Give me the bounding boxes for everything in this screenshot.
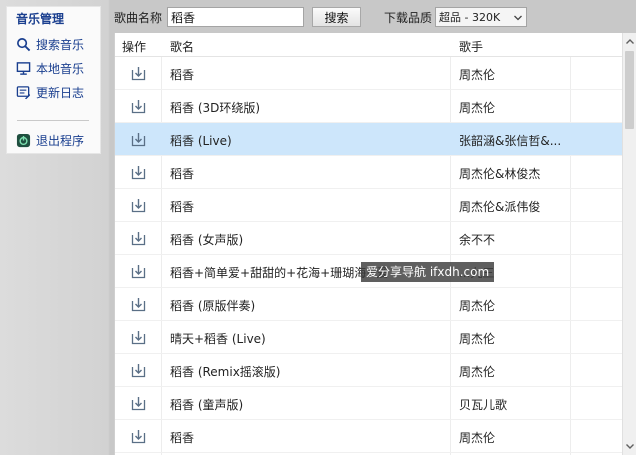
song-name-cell: 稻香	[170, 200, 195, 214]
scroll-up-icon[interactable]	[624, 35, 636, 49]
quality-label: 下载品质	[384, 11, 433, 25]
song-name-cell: 稻香 (Live)	[170, 134, 232, 148]
download-icon[interactable]	[131, 363, 146, 378]
song-name-cell: 稻香 (童声版)	[170, 398, 244, 412]
song-name-cell: 晴天+稻香 (Live)	[170, 332, 266, 346]
artist-cell: 周杰伦	[459, 431, 496, 445]
artist-cell: 周杰伦	[459, 332, 496, 346]
table-row[interactable]: 稻香 (女声版) 余不不	[115, 222, 622, 255]
download-icon[interactable]	[131, 264, 146, 279]
header-song-name[interactable]: 歌名	[170, 38, 194, 55]
search-icon	[17, 37, 31, 51]
table-row[interactable]: 稻香 周杰伦&派伟俊	[115, 189, 622, 222]
scrollbar-thumb[interactable]	[625, 51, 634, 129]
song-name-cell: 稻香 (3D环绕版)	[170, 101, 261, 115]
quality-value: 超品 - 320K	[439, 11, 501, 24]
search-button[interactable]: 搜索	[312, 7, 361, 27]
table-row[interactable]: 稻香 周杰伦&林俊杰	[115, 156, 622, 189]
song-name-cell: 稻香	[170, 68, 195, 82]
artist-cell: 周杰伦	[459, 299, 496, 313]
sidebar-item-label: 退出程序	[36, 133, 85, 148]
sidebar-item-label: 搜索音乐	[36, 37, 85, 52]
scroll-down-icon[interactable]	[624, 439, 636, 453]
artist-cell: 周杰伦&林俊杰	[459, 167, 541, 181]
table-row[interactable]: 稻香 (原版伴奏) 周杰伦	[115, 288, 622, 321]
download-icon[interactable]	[131, 297, 146, 312]
download-icon[interactable]	[131, 198, 146, 213]
song-name-cell: 稻香	[170, 167, 195, 181]
header-artist[interactable]: 歌手	[459, 38, 483, 55]
artist-cell: 周杰伦&派伟俊	[459, 200, 541, 214]
table-header: 操作 歌名 歌手	[115, 33, 622, 57]
watermark: 爱分享导航 ifxdh.com	[361, 262, 495, 282]
download-icon[interactable]	[131, 429, 146, 444]
notes-icon	[16, 85, 31, 99]
sidebar-item-label: 本地音乐	[36, 61, 85, 76]
table-row[interactable]: 稻香 (3D环绕版) 周杰伦	[115, 90, 622, 123]
song-name-cell: 稻香 (原版伴奏)	[170, 299, 256, 313]
quality-select[interactable]: 超品 - 320K	[435, 7, 527, 27]
download-icon[interactable]	[131, 330, 146, 345]
table-row[interactable]: 晴天+稻香 (Live) 周杰伦	[115, 321, 622, 354]
sidebar-item-changelog[interactable]: 更新日志	[16, 83, 100, 101]
vertical-scrollbar[interactable]	[622, 33, 636, 455]
download-icon[interactable]	[131, 165, 146, 180]
download-icon[interactable]	[131, 231, 146, 246]
sidebar-item-label: 更新日志	[36, 85, 85, 100]
song-name-cell: 稻香 (女声版)	[170, 233, 244, 247]
sidebar-item-local-music[interactable]: 本地音乐	[16, 59, 100, 77]
monitor-icon	[16, 61, 31, 75]
table-row[interactable]: 稻香 周杰伦	[115, 57, 622, 90]
artist-cell: 周杰伦	[459, 365, 496, 379]
sidebar-title: 音乐管理	[16, 12, 65, 26]
sidebar-item-exit[interactable]: 退出程序	[16, 131, 100, 149]
table-row[interactable]: 稻香 (童声版) 贝瓦儿歌	[115, 387, 622, 420]
table-row[interactable]: 稻香 周杰伦	[115, 420, 622, 453]
search-input[interactable]	[167, 7, 304, 27]
song-table: 操作 歌名 歌手 稻香 周杰伦 稻香 (3D环绕版) 周杰伦 稻香 (Live) 张韶涵&…	[114, 33, 622, 455]
download-icon[interactable]	[131, 132, 146, 147]
exit-icon	[16, 133, 31, 147]
table-row[interactable]: 稻香 (Remix摇滚版) 周杰伦	[115, 354, 622, 387]
song-name-cell: 稻香	[170, 431, 195, 445]
sidebar-item-search-music[interactable]: 搜索音乐	[16, 35, 100, 53]
artist-cell: 周杰伦	[459, 68, 496, 82]
header-action[interactable]: 操作	[122, 38, 146, 55]
chevron-down-icon	[514, 15, 522, 21]
table-row[interactable]: 稻香 (Live) 张韶涵&张信哲&...	[115, 123, 622, 156]
download-icon[interactable]	[131, 396, 146, 411]
download-icon[interactable]	[131, 66, 146, 81]
sidebar: 音乐管理 搜索音乐 本地音乐 更新日志 退出程序	[6, 6, 101, 154]
artist-cell: 贝瓦儿歌	[459, 398, 508, 412]
artist-cell: 周杰伦	[459, 101, 496, 115]
artist-cell: 张韶涵&张信哲&...	[459, 134, 562, 148]
song-name-label: 歌曲名称	[114, 11, 163, 25]
sidebar-divider	[17, 120, 89, 121]
song-name-cell: 稻香 (Remix摇滚版)	[170, 365, 281, 379]
download-icon[interactable]	[131, 99, 146, 114]
artist-cell: 余不不	[459, 233, 496, 247]
